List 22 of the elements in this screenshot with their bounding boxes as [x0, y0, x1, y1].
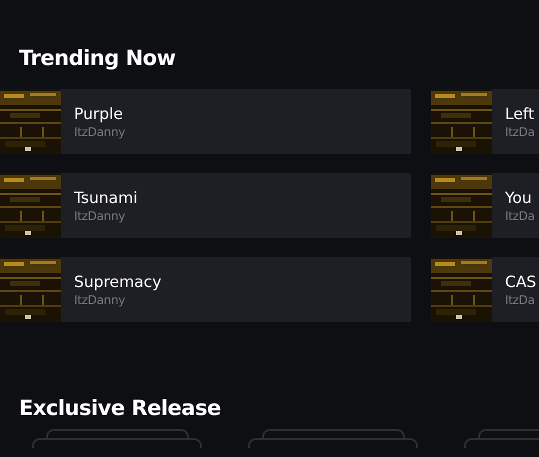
- track-artist: ItzDa: [505, 124, 535, 140]
- track-artist: ItzDanny: [74, 208, 126, 224]
- track-card[interactable]: Purple ItzDanny: [0, 89, 411, 154]
- track-title: Supremacy: [74, 272, 162, 292]
- track-artist: ItzDanny: [74, 292, 126, 308]
- track-card[interactable]: Left ItzDa: [431, 89, 539, 154]
- track-title: Left: [505, 104, 534, 124]
- album-card-outline[interactable]: [248, 438, 418, 448]
- track-card[interactable]: Tsunami ItzDanny: [0, 173, 411, 238]
- track-card[interactable]: CAS ItzDa: [431, 257, 539, 322]
- track-title: CAS: [505, 272, 536, 292]
- section-title: Trending Now: [19, 45, 176, 72]
- album-card-outline[interactable]: [32, 438, 202, 448]
- track-card[interactable]: You ItzDa: [431, 173, 539, 238]
- track-artist: ItzDa: [505, 292, 535, 308]
- section-title: Exclusive Release: [19, 395, 221, 422]
- track-title: You: [505, 188, 532, 208]
- track-card[interactable]: Supremacy ItzDanny: [0, 257, 411, 322]
- track-artist: ItzDanny: [74, 124, 126, 140]
- track-title: Purple: [74, 104, 123, 124]
- track-artist: ItzDa: [505, 208, 535, 224]
- track-title: Tsunami: [74, 188, 138, 208]
